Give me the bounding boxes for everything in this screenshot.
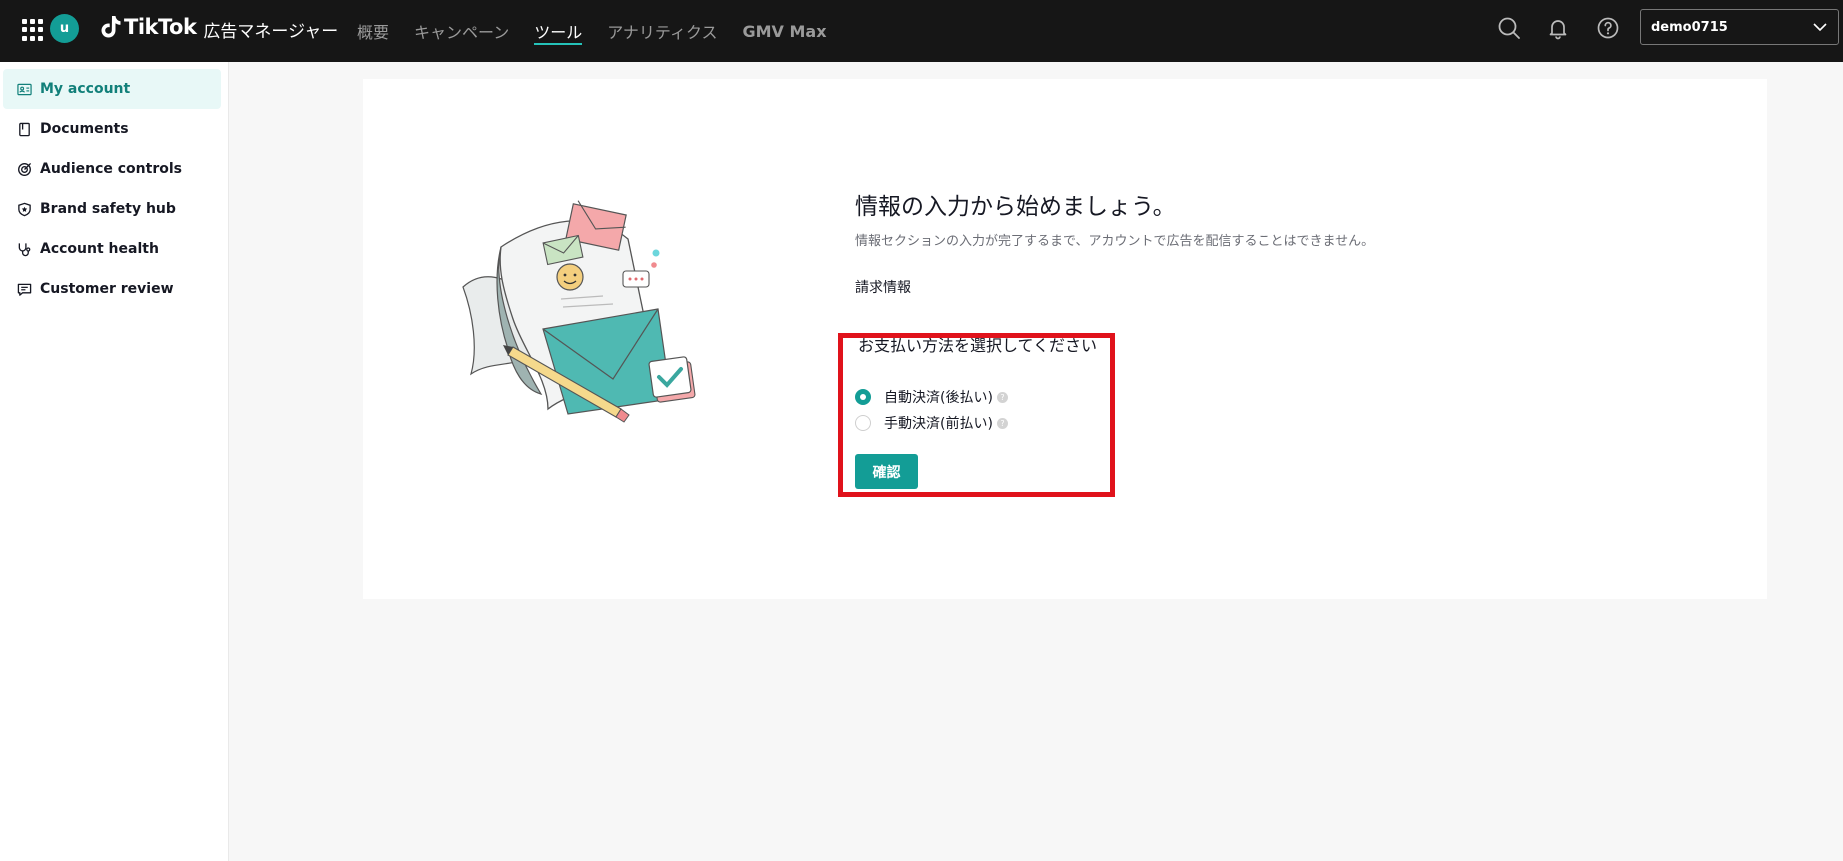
- search-icon[interactable]: [1497, 16, 1521, 40]
- brand-name: TikTok: [124, 15, 197, 39]
- page-title: 情報の入力から始めましょう。: [855, 194, 1176, 220]
- chat-icon: [17, 283, 32, 296]
- sidebar-item-account-health[interactable]: Account health: [3, 229, 221, 269]
- chevron-down-icon: [1813, 23, 1827, 32]
- sidebar-item-brand-safety-hub[interactable]: Brand safety hub: [3, 189, 221, 229]
- account-selector[interactable]: demo0715: [1640, 9, 1839, 45]
- onboarding-card: @ 情報の入力から始めましょう。 情報セクションの入力が完了するまで、アカウント…: [363, 79, 1767, 599]
- id-card-icon: [17, 83, 32, 95]
- highlight-box: [838, 333, 1115, 497]
- sidebar-item-label: My account: [40, 81, 131, 97]
- sidebar-item-label: Brand safety hub: [40, 201, 176, 217]
- shield-icon: [18, 202, 31, 216]
- account-name: demo0715: [1651, 19, 1728, 35]
- brand-subtitle: 広告マネージャー: [203, 22, 339, 42]
- sidebar-item-documents[interactable]: Documents: [3, 109, 221, 149]
- sidebar-item-label: Audience controls: [40, 161, 182, 177]
- page-subtitle: 情報セクションの入力が完了するまで、アカウントで広告を配信することはできません。: [855, 234, 1375, 249]
- apps-grid-icon[interactable]: [22, 19, 44, 41]
- bell-icon[interactable]: [1546, 16, 1570, 40]
- onboarding-illustration: @: [462, 200, 696, 423]
- document-icon: [19, 122, 30, 136]
- sidebar-item-my-account[interactable]: My account: [3, 69, 221, 109]
- nav-tools[interactable]: ツール: [534, 0, 583, 62]
- stethoscope-icon: [18, 242, 31, 256]
- nav-overview[interactable]: 概要: [357, 0, 389, 62]
- avatar[interactable]: u: [50, 14, 79, 43]
- brand-logo[interactable]: TikTok 広告マネージャー: [100, 12, 338, 42]
- help-icon[interactable]: [1596, 16, 1620, 40]
- sidebar-item-customer-review[interactable]: Customer review: [3, 269, 221, 309]
- tiktok-logo-icon: [101, 16, 121, 38]
- sidebar-item-audience-controls[interactable]: Audience controls: [3, 149, 221, 189]
- nav-analytics[interactable]: アナリティクス: [607, 0, 717, 62]
- sidebar-item-label: Customer review: [40, 281, 174, 297]
- sidebar: My account Documents Audience controls B…: [0, 62, 229, 861]
- nav-gmv-max[interactable]: GMV Max: [742, 0, 826, 62]
- target-icon: [18, 162, 32, 176]
- billing-section-label: 請求情報: [855, 280, 911, 296]
- main-nav: 概要 キャンペーン ツール アナリティクス GMV Max: [357, 0, 852, 62]
- sidebar-item-label: Documents: [40, 121, 129, 137]
- top-bar: u TikTok 広告マネージャー 概要 キャンペーン ツール アナリティクス …: [0, 0, 1843, 62]
- nav-campaign[interactable]: キャンペーン: [414, 0, 509, 62]
- sidebar-item-label: Account health: [40, 241, 159, 257]
